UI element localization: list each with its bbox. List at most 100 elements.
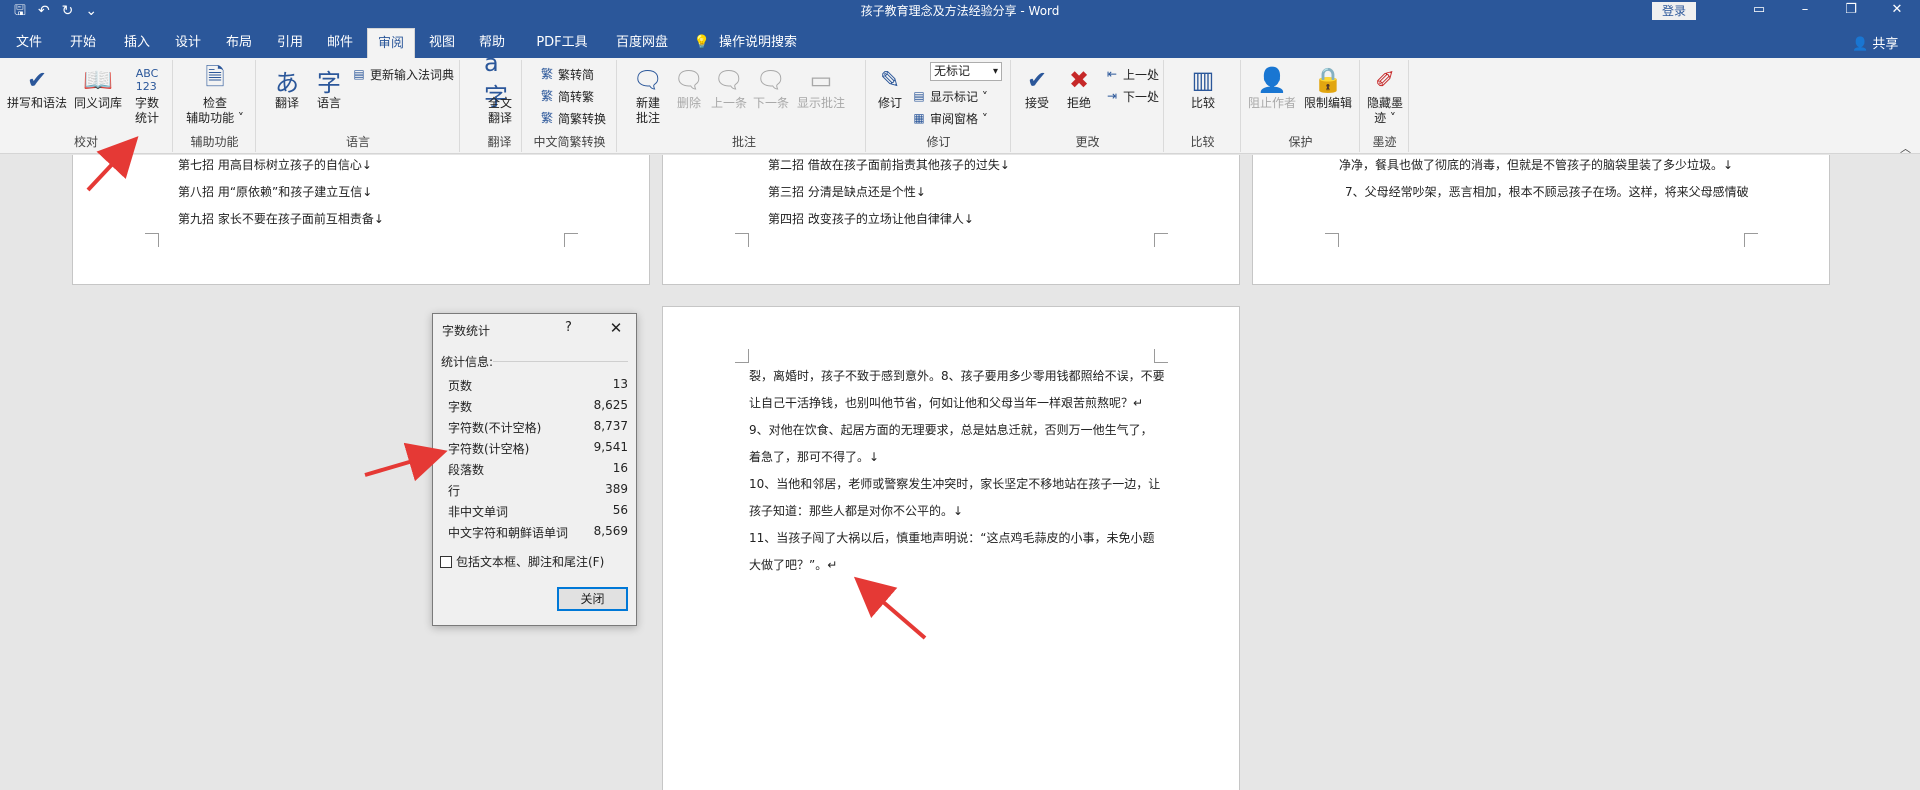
checkbox-label: 包括文本框、脚注和尾注(F) bbox=[456, 555, 605, 569]
page-3: 净净，餐具也做了彻底的消毒，但就是不管孩子的脑袋里装了多少垃圾。↓ 7、父母经常… bbox=[1252, 155, 1830, 285]
group-label-comments: 批注 bbox=[731, 135, 756, 149]
show-comments-icon: ▭ bbox=[809, 66, 833, 94]
save-icon[interactable]: 🖫 bbox=[14, 2, 26, 20]
previous-comment-button[interactable]: 🗨 上一条 bbox=[709, 64, 749, 111]
trad-simp-icon: 繁 bbox=[540, 67, 553, 81]
page2-line-2: 第三招 分清是缺点还是个性↓ bbox=[768, 185, 926, 199]
restore-icon[interactable]: ❐ bbox=[1828, 0, 1874, 22]
newcomment-label-1: 新建 bbox=[635, 96, 660, 110]
hide-ink-button[interactable]: ✐ 隐藏墨 迹 ˅ bbox=[1365, 64, 1405, 126]
show-comments-button[interactable]: ▭ 显示批注 bbox=[795, 64, 847, 111]
dictionary-icon: ▤ bbox=[353, 67, 365, 81]
review-pane-button[interactable]: ▦ 审阅窗格 ˅ bbox=[911, 108, 988, 128]
simp-trad-label: 简转繁 bbox=[558, 89, 595, 104]
minimize-icon[interactable]: – bbox=[1782, 0, 1828, 22]
tab-design[interactable]: 设计 bbox=[173, 30, 203, 58]
stat-label: 中文字符和朝鲜语单词 bbox=[448, 526, 569, 540]
next-change-button[interactable]: ⇥ 下一处 bbox=[1104, 86, 1159, 106]
update-ime-dictionary-button[interactable]: ▤ 更新输入法词典 bbox=[351, 64, 454, 84]
stat-row-paragraphs: 段落数 16 bbox=[448, 461, 628, 479]
translate-icon: あ bbox=[275, 68, 299, 97]
track-changes-button[interactable]: ✎ 修订 bbox=[871, 64, 909, 111]
stat-row-asian-chars: 中文字符和朝鲜语单词 8,569 bbox=[448, 524, 628, 542]
checkbox-box[interactable] bbox=[440, 555, 452, 568]
margin-mark bbox=[735, 233, 749, 247]
delete-label: 删除 bbox=[676, 96, 701, 110]
dialog-close-icon[interactable]: ✕ bbox=[605, 318, 627, 338]
include-textboxes-checkbox[interactable]: 包括文本框、脚注和尾注(F) bbox=[440, 553, 604, 570]
close-button[interactable]: 关闭 bbox=[557, 587, 628, 611]
margin-mark bbox=[1325, 233, 1339, 247]
book-icon: 📖 bbox=[83, 66, 113, 94]
new-comment-button[interactable]: 🗨 新建 批注 bbox=[629, 64, 667, 126]
tab-insert[interactable]: 插入 bbox=[122, 30, 152, 58]
tab-references[interactable]: 引用 bbox=[275, 30, 305, 58]
translate-label: 翻译 bbox=[274, 96, 299, 110]
group-proofing: ✔ 拼写和语法 📖 同义词库 ABC 123 字数 统计 校对 bbox=[0, 60, 173, 152]
previous-change-button[interactable]: ⇤ 上一处 bbox=[1104, 64, 1159, 84]
block-authors-button[interactable]: 👤 阻止作者 bbox=[1246, 64, 1298, 111]
spelling-grammar-button[interactable]: ✔ 拼写和语法 bbox=[6, 64, 68, 111]
customize-icon[interactable]: ⌄ bbox=[85, 2, 97, 20]
page4-line-6: 孩子知道：那些人都是对你不公平的。↓ bbox=[749, 504, 964, 518]
signin-button[interactable]: 登录 bbox=[1652, 2, 1697, 20]
compare-label: 比较 bbox=[1190, 96, 1215, 110]
hide-ink-icon: ✐ bbox=[1374, 66, 1396, 94]
help-icon[interactable]: ? bbox=[565, 320, 572, 335]
tab-mailings[interactable]: 邮件 bbox=[325, 30, 355, 58]
ribbon-display-icon[interactable]: ▭ bbox=[1736, 0, 1782, 22]
redo-icon[interactable]: ↻ bbox=[62, 2, 74, 20]
share-button[interactable]: 👤 共享 bbox=[1852, 33, 1898, 52]
next-change-label: 下一处 bbox=[1123, 89, 1160, 104]
tab-baidu-netdisk[interactable]: 百度网盘 bbox=[614, 30, 670, 58]
abc-123-icon: ABC 123 bbox=[135, 67, 159, 93]
conversion-button[interactable]: 繁 简繁转换 bbox=[539, 108, 606, 128]
group-translate: a字 全文 翻译 翻译 bbox=[478, 49, 522, 152]
next-comment-button[interactable]: 🗨 下一条 bbox=[751, 64, 791, 111]
group-label-language: 语言 bbox=[345, 135, 370, 149]
collapse-ribbon-icon[interactable]: ︿ bbox=[1900, 140, 1911, 156]
tab-view[interactable]: 视图 bbox=[427, 30, 457, 58]
language-button[interactable]: 字 语言 bbox=[309, 64, 349, 111]
accessibility-check-icon: 🗎 bbox=[205, 62, 225, 91]
group-label-changes: 更改 bbox=[1075, 135, 1100, 149]
compare-button[interactable]: ▥ 比较 bbox=[1183, 64, 1223, 111]
tab-review[interactable]: 审阅 bbox=[367, 28, 415, 58]
group-label-proofing: 校对 bbox=[73, 135, 98, 149]
stat-label: 字符数(不计空格) bbox=[448, 421, 542, 435]
word-count-dialog: 字数统计 ? ✕ 统计信息: 页数 13 字数 8,625 字符数(不计空格) … bbox=[432, 313, 637, 626]
undo-icon[interactable]: ↶ bbox=[38, 2, 50, 20]
accept-button[interactable]: ✔ 接受 bbox=[1018, 64, 1056, 111]
update-ime-label: 更新输入法词典 bbox=[370, 67, 455, 82]
restrict-editing-button[interactable]: 🔒 限制编辑 bbox=[1300, 64, 1356, 111]
stat-label: 行 bbox=[448, 484, 461, 498]
show-markup-icon: ▤ bbox=[913, 89, 925, 103]
full-text-translate-button[interactable]: a字 全文 翻译 bbox=[482, 49, 518, 126]
trad-to-simp-button[interactable]: 繁 繁转简 bbox=[539, 64, 594, 84]
tell-me-search[interactable]: 操作说明搜索 bbox=[716, 30, 800, 58]
close-icon[interactable]: ✕ bbox=[1874, 0, 1920, 22]
delete-comment-button[interactable]: 🗨 删除 bbox=[671, 64, 707, 111]
tab-home[interactable]: 开始 bbox=[68, 30, 98, 58]
show-markup-button[interactable]: ▤ 显示标记 ˅ bbox=[911, 86, 988, 106]
page2-line-1: 第二招 借故在孩子面前指责其他孩子的过失↓ bbox=[768, 158, 1010, 172]
markup-display-combo[interactable]: 无标记 bbox=[930, 62, 1002, 81]
simp-to-trad-button[interactable]: 繁 简转繁 bbox=[539, 86, 594, 106]
previous-change-icon: ⇤ bbox=[1106, 67, 1118, 81]
tab-file[interactable]: 文件 bbox=[14, 30, 44, 58]
group-label-compare: 比较 bbox=[1190, 135, 1215, 149]
page-4: 裂，离婚时，孩子不致于感到意外。8、孩子要用多少零用钱都照给不误，不要 让自己干… bbox=[662, 306, 1240, 790]
lightbulb-icon: 💡 bbox=[693, 35, 711, 50]
thesaurus-button[interactable]: 📖 同义词库 bbox=[72, 64, 124, 111]
thesaurus-label: 同义词库 bbox=[73, 96, 122, 110]
translate-button[interactable]: あ 翻译 bbox=[267, 64, 307, 111]
check-accessibility-button[interactable]: 🗎 检查 辅助功能 ˅ bbox=[182, 62, 248, 126]
word-count-button[interactable]: ABC 123 字数 统计 bbox=[128, 64, 166, 126]
group-ink: ✐ 隐藏墨 迹 ˅ 墨迹 bbox=[1361, 60, 1409, 152]
tab-pdf-tools[interactable]: PDF工具集 bbox=[530, 30, 594, 76]
review-pane-icon: ▦ bbox=[913, 111, 925, 125]
track-label: 修订 bbox=[877, 96, 902, 110]
tab-layout[interactable]: 布局 bbox=[224, 30, 254, 58]
reject-button[interactable]: ✖ 拒绝 bbox=[1060, 64, 1098, 111]
delete-comment-icon: 🗨 bbox=[673, 66, 705, 94]
